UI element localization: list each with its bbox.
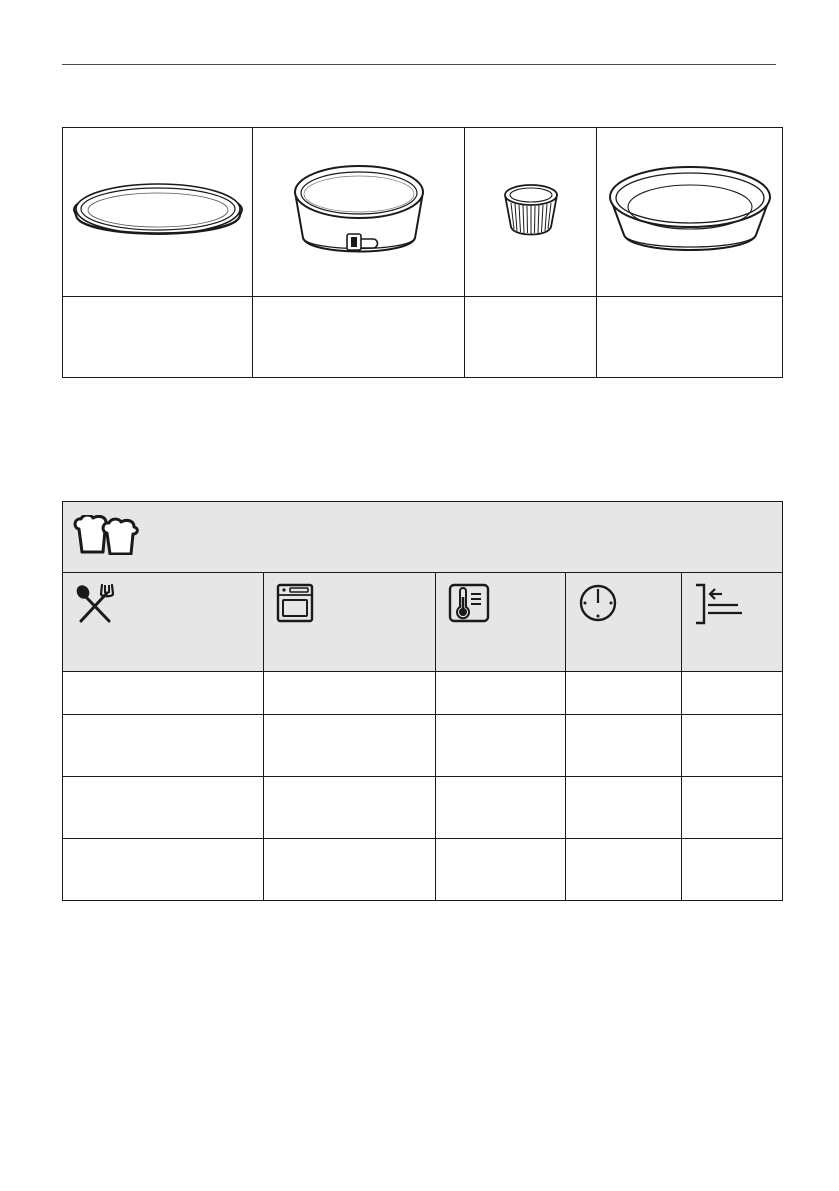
table-cell bbox=[565, 776, 682, 839]
ramekin-icon bbox=[499, 179, 563, 241]
temperature-icon bbox=[448, 583, 490, 623]
shelf-position-icon bbox=[694, 583, 744, 625]
table-cell bbox=[62, 714, 264, 777]
table-cell bbox=[435, 714, 566, 777]
bakeware-label bbox=[464, 296, 597, 378]
cake-pan-icon bbox=[606, 161, 774, 259]
table-row bbox=[62, 838, 784, 901]
column-header-shelf bbox=[680, 572, 784, 672]
table-cell bbox=[680, 671, 784, 715]
settings-table-header bbox=[61, 501, 784, 573]
table-row bbox=[62, 671, 784, 715]
cutlery-icon bbox=[75, 583, 117, 623]
bakeware-table bbox=[62, 127, 783, 378]
table-cell bbox=[263, 714, 436, 777]
column-header-time bbox=[565, 572, 682, 672]
bakeware-label bbox=[596, 296, 783, 378]
column-header-function bbox=[263, 572, 436, 672]
settings-table bbox=[61, 501, 784, 901]
table-cell bbox=[62, 838, 264, 901]
table-cell bbox=[565, 714, 682, 777]
table-cell bbox=[263, 838, 436, 901]
column-header-temperature bbox=[435, 572, 566, 672]
top-rule bbox=[62, 64, 776, 65]
flan-base-tin-icon bbox=[70, 165, 246, 255]
oven-function-icon bbox=[276, 583, 314, 623]
table-cell bbox=[263, 671, 436, 715]
table-cell bbox=[680, 714, 784, 777]
table-cell bbox=[565, 838, 682, 901]
table-cell bbox=[680, 776, 784, 839]
table-cell bbox=[435, 838, 566, 901]
bakeware-label bbox=[252, 296, 465, 378]
table-cell bbox=[62, 671, 264, 715]
bread-loaves-icon bbox=[73, 513, 141, 555]
table-cell bbox=[435, 776, 566, 839]
table-cell bbox=[62, 776, 264, 839]
table-cell bbox=[565, 671, 682, 715]
bakeware-image-cell bbox=[464, 127, 597, 297]
bakeware-image-cell bbox=[62, 127, 253, 297]
time-icon bbox=[578, 583, 618, 623]
bakeware-image-cell bbox=[596, 127, 783, 297]
table-cell bbox=[680, 838, 784, 901]
bakeware-label bbox=[62, 296, 253, 378]
springform-tin-icon bbox=[289, 160, 429, 260]
bakeware-image-cell bbox=[252, 127, 465, 297]
table-cell bbox=[435, 671, 566, 715]
table-cell bbox=[263, 776, 436, 839]
table-row bbox=[62, 776, 784, 839]
column-header-dish bbox=[62, 572, 264, 672]
table-row bbox=[62, 714, 784, 777]
